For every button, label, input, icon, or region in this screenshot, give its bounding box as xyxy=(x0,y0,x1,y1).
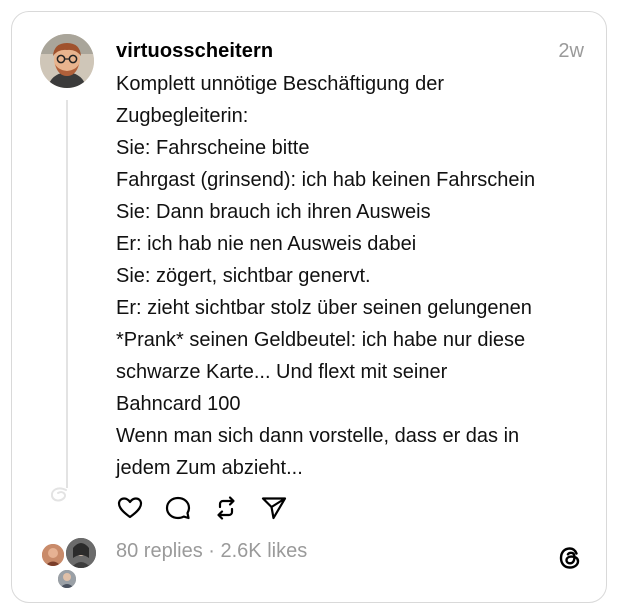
avatar[interactable] xyxy=(40,34,94,88)
post-line: jedem Zum abzieht... xyxy=(116,457,303,479)
threads-logo-icon[interactable] xyxy=(556,544,584,572)
post-line: schwarze Karte... Und flext mit seiner xyxy=(116,361,448,383)
avatar xyxy=(56,568,78,590)
post-line: Zugbegleiterin: xyxy=(116,105,249,127)
post-stats[interactable]: 80 replies · 2.6K likes xyxy=(116,540,307,563)
post-line: Fahrgast (grinsend): ich hab keinen Fahr… xyxy=(116,169,536,191)
post-line: Sie: Dann brauch ich ihren Ausweis xyxy=(116,201,431,223)
post-line: Er: zieht sichtbar stolz über seinen gel… xyxy=(116,297,532,319)
avatar xyxy=(64,536,98,570)
comment-icon[interactable] xyxy=(164,494,192,522)
thread-loop-icon xyxy=(50,487,67,502)
post-line: *Prank* seinen Geldbeutel: ich habe nur … xyxy=(116,329,526,351)
post-line: Bahncard 100 xyxy=(116,393,241,415)
timestamp[interactable]: 2w xyxy=(558,40,584,63)
avatar xyxy=(40,542,66,568)
post-line: Komplett unnötige Beschäftigung der xyxy=(116,73,444,95)
reply-avatars xyxy=(40,536,100,592)
post-line: Er: ich hab nie nen Ausweis dabei xyxy=(116,233,417,255)
heart-icon[interactable] xyxy=(116,494,144,522)
post-body: Komplett unnötige Beschäftigung der Zugb… xyxy=(116,68,596,484)
share-icon[interactable] xyxy=(260,494,288,522)
username[interactable]: virtuosscheitern xyxy=(116,40,273,63)
post-line: Wenn man sich dann vorstelle, dass er da… xyxy=(116,425,520,447)
repost-icon[interactable] xyxy=(212,494,240,522)
post-line: Sie: Fahrscheine bitte xyxy=(116,137,310,159)
post-line: Sie: zögert, sichtbar genervt. xyxy=(116,265,371,287)
thread-line xyxy=(66,100,68,488)
